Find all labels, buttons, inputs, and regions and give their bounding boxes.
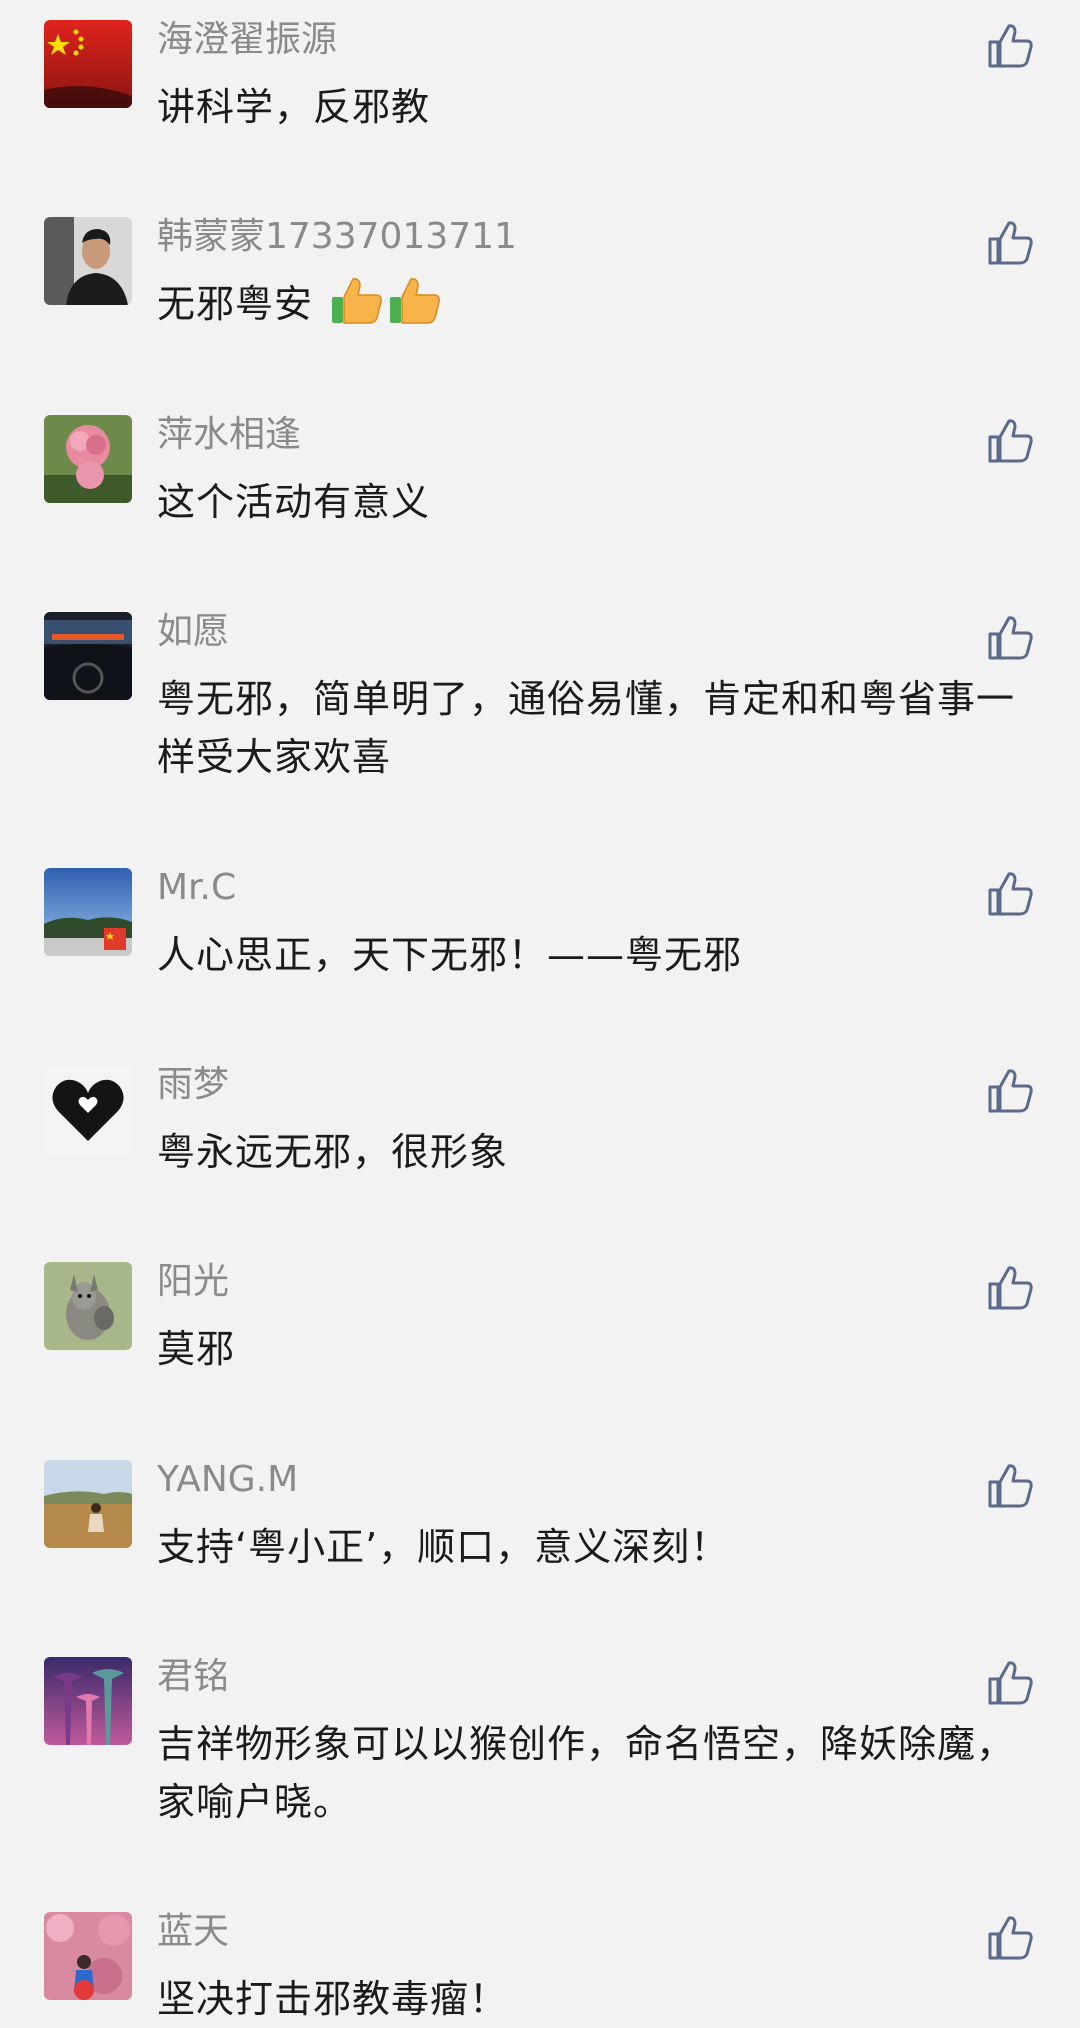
china-flag-avatar-image [44, 20, 132, 108]
comment-nickname[interactable]: 阳光 [157, 1260, 229, 1304]
comment-text: 这个活动有意义 [157, 480, 431, 524]
thumbs-up-icon[interactable] [984, 1912, 1036, 1964]
avatar[interactable] [44, 1262, 132, 1350]
comment-text: 粤无邪，简单明了，通俗易懂，肯定和和粤省事一样受大家欢喜 [157, 677, 1016, 779]
comment-nickname[interactable]: 君铭 [157, 1655, 229, 1699]
thumbs-up-emoji [388, 275, 442, 341]
thumbs-up-icon[interactable] [984, 1657, 1036, 1709]
comment-text: 莫邪 [157, 1327, 236, 1371]
comment-nickname[interactable]: YANG.M [157, 1458, 298, 1502]
comment-text: 粤永远无邪，很形象 [157, 1130, 509, 1174]
car-dashboard-sunset-avatar-image [44, 612, 132, 700]
pink-blossom-child-avatar-image [44, 1912, 132, 2000]
avatar[interactable] [44, 1912, 132, 2000]
thumbs-up-icon[interactable] [984, 1460, 1036, 1512]
supertree-grove-avatar-image [44, 1657, 132, 1745]
comment-nickname[interactable]: 雨梦 [157, 1063, 229, 1107]
comment-nickname[interactable]: 韩蒙蒙17337013711 [157, 215, 517, 259]
comment-text: 支持‘粤小正’，顺口，意义深刻！ [157, 1525, 730, 1569]
avatar[interactable] [44, 415, 132, 503]
comment-text-content: 无邪粤安 [157, 282, 314, 326]
comment-list: 海澄翟振源 讲科学，反邪教 韩蒙蒙17337013711 无邪粤安 萍水相逢 这… [0, 0, 1080, 2028]
thumbs-up-icon[interactable] [984, 1065, 1036, 1117]
avatar[interactable] [44, 1460, 132, 1548]
comment-nickname[interactable]: 蓝天 [157, 1910, 229, 1954]
thumbs-up-icon[interactable] [984, 1262, 1036, 1314]
kangaroo-avatar-image [44, 1262, 132, 1350]
comment-nickname[interactable]: Mr.C [157, 866, 236, 910]
avatar[interactable] [44, 1065, 132, 1153]
comment-text: 讲科学，反邪教 [157, 85, 431, 129]
comment-text: 无邪粤安 [157, 275, 1037, 341]
thumbs-up-icon[interactable] [984, 612, 1036, 664]
blue-sky-landscape-avatar-image [44, 868, 132, 956]
thumbs-up-icon[interactable] [984, 217, 1036, 269]
thumbs-up-emoji [330, 275, 384, 341]
thumbs-up-icon[interactable] [984, 20, 1036, 72]
comment-nickname[interactable]: 海澄翟振源 [157, 18, 337, 62]
comment-text: 吉祥物形象可以以猴创作，命名悟空，降妖除魔，家喻户晓。 [157, 1722, 1016, 1824]
avatar[interactable] [44, 20, 132, 108]
avatar[interactable] [44, 1657, 132, 1745]
comment-text: 人心思正，天下无邪！——粤无邪 [157, 933, 743, 977]
pink-carnation-avatar-image [44, 415, 132, 503]
comment-nickname[interactable]: 萍水相逢 [157, 413, 301, 457]
avatar[interactable] [44, 868, 132, 956]
comment-nickname[interactable]: 如愿 [157, 610, 229, 654]
avatar[interactable] [44, 217, 132, 305]
thumbs-up-icon[interactable] [984, 415, 1036, 467]
black-heart-avatar-image [44, 1065, 132, 1153]
avatar[interactable] [44, 612, 132, 700]
thumbs-up-icon[interactable] [984, 868, 1036, 920]
man-portrait-avatar-image [44, 217, 132, 305]
field-woman-avatar-image [44, 1460, 132, 1548]
comment-text: 坚决打击邪教毒瘤！ [157, 1977, 509, 2021]
